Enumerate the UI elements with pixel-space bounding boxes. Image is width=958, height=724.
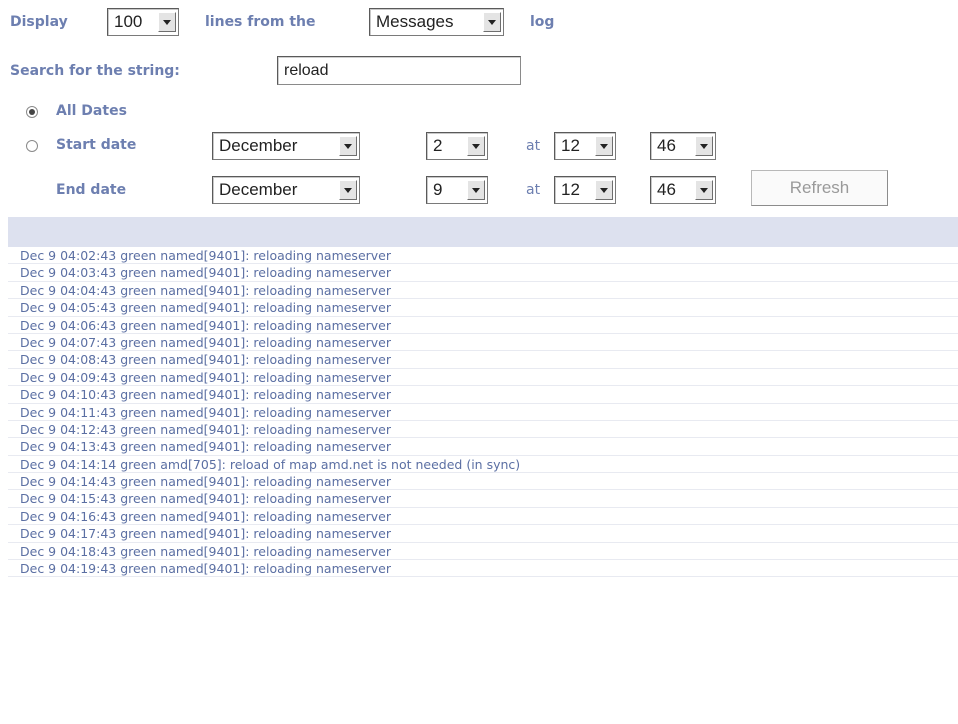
log-row: Dec 9 04:09:43 green named[9401]: reload… [8, 369, 958, 387]
chevron-down-icon [695, 180, 713, 200]
chevron-down-icon [339, 180, 357, 200]
chevron-down-icon [695, 136, 713, 156]
all-dates-radio[interactable] [26, 106, 38, 118]
start-minute-select[interactable]: 46 [650, 132, 716, 160]
log-row: Dec 9 04:05:43 green named[9401]: reload… [8, 299, 958, 317]
start-day-select[interactable]: 2 [426, 132, 488, 160]
log-row: Dec 9 04:18:43 green named[9401]: reload… [8, 543, 958, 561]
log-row: Dec 9 04:17:43 green named[9401]: reload… [8, 525, 958, 543]
chevron-down-icon [339, 136, 357, 156]
start-day-value: 2 [433, 136, 443, 155]
end-month-select[interactable]: December [212, 176, 360, 204]
start-at-label: at [526, 138, 541, 154]
chevron-down-icon [158, 12, 176, 32]
lines-count-value: 100 [114, 12, 143, 31]
log-header-bar [8, 217, 958, 247]
start-date-label: Start date [56, 137, 137, 153]
end-day-select[interactable]: 9 [426, 176, 488, 204]
log-row: Dec 9 04:10:43 green named[9401]: reload… [8, 386, 958, 404]
log-source-select[interactable]: Messages [369, 8, 504, 36]
end-date-label: End date [56, 182, 127, 198]
log-list: Dec 9 04:02:43 green named[9401]: reload… [8, 247, 958, 578]
chevron-down-icon [483, 12, 501, 32]
log-row: Dec 9 04:15:43 green named[9401]: reload… [8, 490, 958, 508]
refresh-button[interactable]: Refresh [751, 170, 888, 206]
end-hour-select[interactable]: 12 [554, 176, 616, 204]
end-at-label: at [526, 182, 541, 198]
start-date-radio[interactable] [26, 140, 38, 152]
start-month-select[interactable]: December [212, 132, 360, 160]
chevron-down-icon [467, 180, 485, 200]
log-row: Dec 9 04:19:43 green named[9401]: reload… [8, 560, 958, 578]
start-hour-value: 12 [561, 136, 580, 155]
log-source-value: Messages [376, 12, 454, 31]
log-row: Dec 9 04:06:43 green named[9401]: reload… [8, 317, 958, 334]
search-label: Search for the string: [10, 63, 180, 79]
lines-count-select[interactable]: 100 [107, 8, 179, 36]
log-row: Dec 9 04:16:43 green named[9401]: reload… [8, 508, 958, 526]
log-row: Dec 9 04:02:43 green named[9401]: reload… [8, 247, 958, 265]
end-day-value: 9 [433, 180, 443, 199]
end-minute-value: 46 [657, 180, 676, 199]
chevron-down-icon [595, 136, 613, 156]
log-row: Dec 9 04:14:14 green amd[705]: reload of… [8, 456, 958, 474]
lines-from-label: lines from the [205, 14, 316, 30]
log-row: Dec 9 04:08:43 green named[9401]: reload… [8, 351, 958, 369]
chevron-down-icon [595, 180, 613, 200]
end-month-value: December [219, 180, 298, 199]
start-minute-value: 46 [657, 136, 676, 155]
chevron-down-icon [467, 136, 485, 156]
end-minute-select[interactable]: 46 [650, 176, 716, 204]
log-label: log [530, 14, 555, 30]
start-month-value: December [219, 136, 298, 155]
end-hour-value: 12 [561, 180, 580, 199]
log-row: Dec 9 04:14:43 green named[9401]: reload… [8, 473, 958, 491]
log-row: Dec 9 04:03:43 green named[9401]: reload… [8, 264, 958, 282]
search-input[interactable] [277, 56, 521, 85]
log-row: Dec 9 04:07:43 green named[9401]: reload… [8, 334, 958, 352]
start-hour-select[interactable]: 12 [554, 132, 616, 160]
log-row: Dec 9 04:04:43 green named[9401]: reload… [8, 282, 958, 300]
all-dates-label: All Dates [56, 103, 127, 119]
display-label: Display [10, 14, 68, 30]
log-row: Dec 9 04:11:43 green named[9401]: reload… [8, 404, 958, 421]
log-row: Dec 9 04:12:43 green named[9401]: reload… [8, 421, 958, 439]
log-row: Dec 9 04:13:43 green named[9401]: reload… [8, 438, 958, 456]
